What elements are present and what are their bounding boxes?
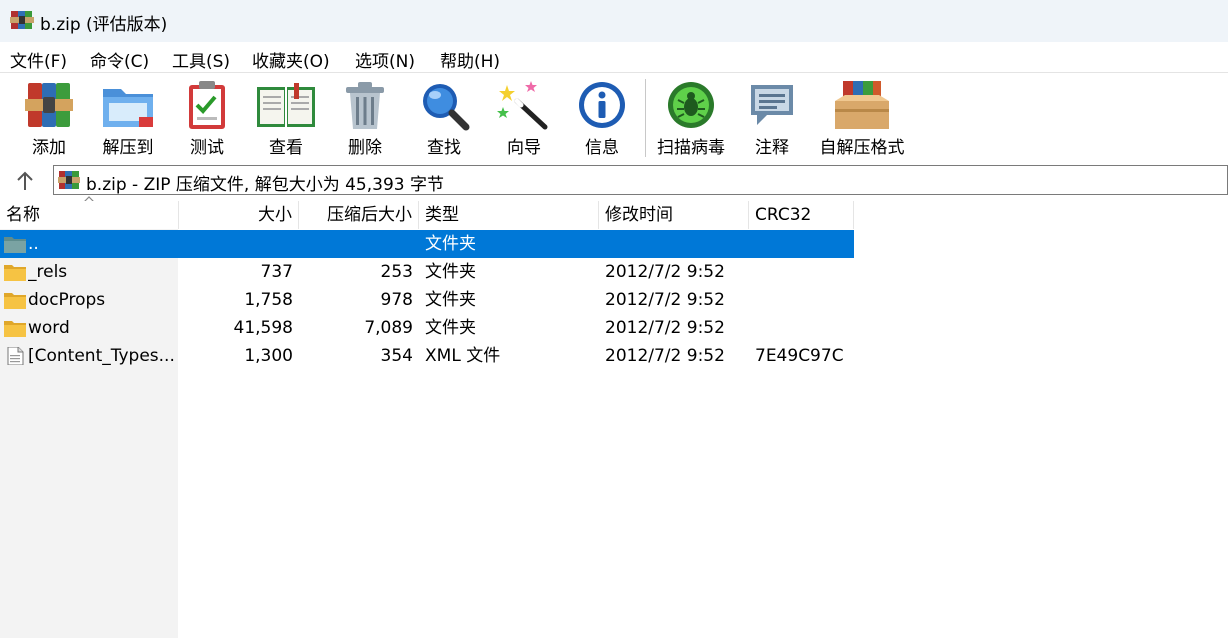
info-button[interactable]: 信息 xyxy=(572,79,632,159)
archive-icon xyxy=(58,171,80,189)
winrar-app-icon xyxy=(10,11,34,29)
table-row[interactable]: [Content_Types... 1,300 354 XML 文件 2012/… xyxy=(0,342,854,370)
test-button[interactable]: 测试 xyxy=(178,79,236,159)
comment-bubble-icon xyxy=(751,85,793,125)
file-icon xyxy=(7,347,24,365)
sfx-button[interactable]: 自解压格式 xyxy=(816,79,908,159)
info-icon xyxy=(579,82,625,128)
table-row[interactable]: word 41,598 7,089 文件夹 2012/7/2 9:52 xyxy=(0,314,854,342)
column-header-modified[interactable]: 修改时间 xyxy=(599,201,749,229)
toolbar-separator xyxy=(645,79,646,157)
wizard-button[interactable]: 向导 xyxy=(494,79,554,159)
view-button[interactable]: 查看 xyxy=(254,79,318,159)
menu-help[interactable]: 帮助(H) xyxy=(440,47,500,72)
folder-icon xyxy=(4,321,26,337)
virus-scan-icon xyxy=(668,82,714,128)
table-row[interactable]: _rels 737 253 文件夹 2012/7/2 9:52 xyxy=(0,258,854,286)
find-button[interactable]: 查找 xyxy=(414,79,474,159)
comment-button[interactable]: 注释 xyxy=(744,79,800,159)
view-book-icon xyxy=(257,83,315,127)
column-header-name[interactable]: 名称 xyxy=(0,201,179,229)
folder-icon xyxy=(4,293,26,309)
delete-button[interactable]: 删除 xyxy=(336,79,394,159)
toolbar: 添加 解压到 测试 查看 删除 查找 向导 信息 扫描病毒 注释 自解压格式 xyxy=(0,72,1228,162)
column-headers: 名称 大小 压缩后大小 类型 修改时间 CRC32 xyxy=(0,201,854,229)
add-button[interactable]: 添加 xyxy=(18,79,80,159)
trash-icon xyxy=(346,82,384,129)
column-header-crc[interactable]: CRC32 xyxy=(749,201,854,229)
magic-wand-icon xyxy=(497,81,548,130)
sfx-box-icon xyxy=(835,81,889,129)
column-header-packed[interactable]: 压缩后大小 xyxy=(299,201,419,229)
extract-to-button[interactable]: 解压到 xyxy=(96,79,160,159)
window-title: b.zip (评估版本) xyxy=(40,15,168,35)
add-archive-icon xyxy=(25,83,73,127)
folder-icon xyxy=(4,265,26,281)
address-field[interactable]: b.zip - ZIP 压缩文件, 解包大小为 45,393 字节 xyxy=(53,165,1228,195)
menu-tools[interactable]: 工具(S) xyxy=(172,47,230,72)
archive-path: b.zip - ZIP 压缩文件, 解包大小为 45,393 字节 xyxy=(86,175,444,195)
menu-favorites[interactable]: 收藏夹(O) xyxy=(252,47,330,72)
menu-bar: 文件(F) 命令(C) 工具(S) 收藏夹(O) 选项(N) 帮助(H) xyxy=(0,42,1228,72)
menu-options[interactable]: 选项(N) xyxy=(355,47,415,72)
title-bar: b.zip (评估版本) xyxy=(0,0,1228,42)
menu-commands[interactable]: 命令(C) xyxy=(90,47,149,72)
folder-up-icon xyxy=(4,237,26,253)
magnifier-icon xyxy=(423,84,470,131)
extract-folder-icon xyxy=(103,89,153,127)
test-clipboard-icon xyxy=(189,81,225,129)
up-arrow-icon[interactable] xyxy=(14,170,36,192)
address-bar: b.zip - ZIP 压缩文件, 解包大小为 45,393 字节 xyxy=(0,163,1228,197)
table-row[interactable]: docProps 1,758 978 文件夹 2012/7/2 9:52 xyxy=(0,286,854,314)
menu-file[interactable]: 文件(F) xyxy=(10,47,67,72)
scan-virus-button[interactable]: 扫描病毒 xyxy=(654,79,728,159)
column-header-size[interactable]: 大小 xyxy=(179,201,299,229)
table-row[interactable]: .. 文件夹 xyxy=(0,230,854,258)
column-header-type[interactable]: 类型 xyxy=(419,201,599,229)
